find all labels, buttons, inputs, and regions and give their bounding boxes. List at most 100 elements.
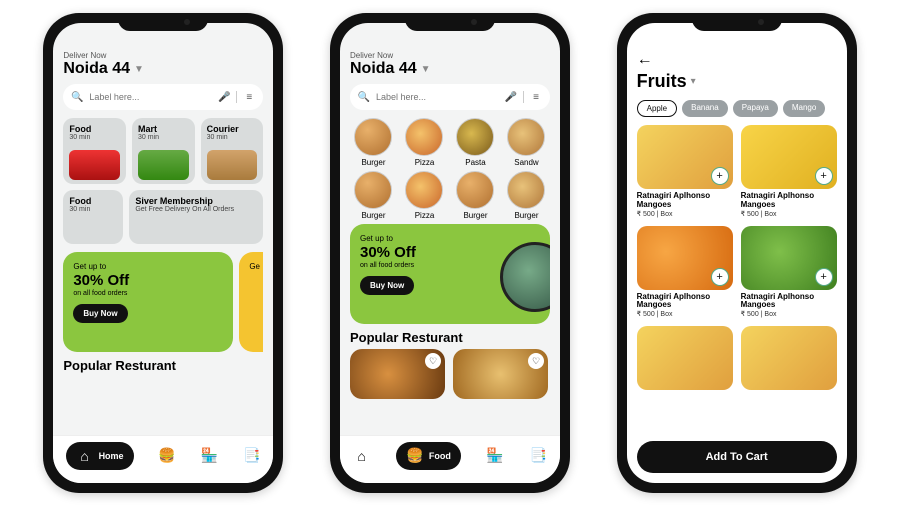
restaurant-card[interactable]: ♡ [453, 349, 548, 399]
buy-now-button[interactable]: Buy Now [73, 304, 127, 323]
add-button[interactable]: + [711, 268, 729, 286]
promo-line1: Get up to [73, 262, 223, 271]
cat-sandwich[interactable]: Sandw [503, 118, 550, 167]
content: Deliver Now Noida 44 ▼ 🔍 🎤 ≡ Burger Pizz… [340, 23, 560, 435]
food-icon: 🍔 [406, 447, 424, 465]
membership-title: Siver Membership [135, 196, 257, 206]
back-icon[interactable]: ← [637, 51, 653, 69]
tile-food[interactable]: Food 30 min [63, 118, 126, 184]
cat-label: Pizza [415, 211, 435, 220]
cat-burger-4[interactable]: Burger [503, 171, 550, 220]
add-button[interactable]: + [815, 268, 833, 286]
home-nav-icon[interactable]: ⌂ [353, 447, 371, 465]
tile-mart[interactable]: Mart 30 min [132, 118, 195, 184]
burger-icon [354, 171, 392, 209]
location-selector[interactable]: Noida 44 ▼ [350, 60, 550, 78]
divider [523, 91, 524, 103]
cat-burger[interactable]: Burger [350, 118, 397, 167]
product-card[interactable]: + Ratnagiri Aplhonso Mangoes ₹ 500 | Box [637, 125, 733, 218]
content: ← Fruits ▾ Apple Banana Papaya Mango + R… [627, 23, 847, 483]
chip-papaya[interactable]: Papaya [733, 100, 778, 117]
product-image: + [637, 226, 733, 290]
chip-apple[interactable]: Apple [637, 100, 677, 117]
nav-label: Food [429, 451, 451, 461]
cat-pasta[interactable]: Pasta [452, 118, 499, 167]
more-nav-icon[interactable]: 📑 [243, 447, 261, 465]
cat-label: Sandw [514, 158, 538, 167]
product-card[interactable]: + Ratnagiri Aplhonso Mangoes ₹ 500 | Box [741, 125, 837, 218]
filter-icon[interactable]: ≡ [530, 91, 542, 103]
chevron-down-icon: ▾ [691, 76, 696, 87]
tile-title: Mart [138, 124, 189, 134]
cat-label: Pizza [415, 158, 435, 167]
tile-title: Courier [207, 124, 258, 134]
product-image [741, 326, 837, 390]
product-price: ₹ 500 | Box [741, 210, 837, 218]
restaurant-card[interactable]: ♡ [350, 349, 445, 399]
notch [118, 13, 208, 31]
cat-burger-3[interactable]: Burger [452, 171, 499, 220]
tile-courier[interactable]: Courier 30 min [201, 118, 264, 184]
tiles-row-2: Food 30 min Siver Membership Get Free De… [63, 190, 263, 244]
pizza-icon [405, 118, 443, 156]
screen: Deliver Now Noida 44 ▼ 🔍 🎤 ≡ Food 30 min [53, 23, 273, 483]
store-nav-icon[interactable]: 🏪 [486, 447, 504, 465]
heart-icon[interactable]: ♡ [528, 353, 544, 369]
chip-mango[interactable]: Mango [783, 100, 825, 117]
search-bar[interactable]: 🔍 🎤 ≡ [350, 84, 550, 110]
cat-label: Burger [361, 211, 385, 220]
product-image: + [637, 125, 733, 189]
search-input[interactable] [376, 92, 499, 102]
buy-now-button[interactable]: Buy Now [360, 276, 414, 295]
mic-icon[interactable]: 🎤 [218, 91, 230, 103]
membership-card[interactable]: Siver Membership Get Free Delivery On Al… [129, 190, 263, 244]
heart-icon[interactable]: ♡ [425, 353, 441, 369]
product-name: Ratnagiri Aplhonso Mangoes [637, 192, 733, 210]
mart-icon [138, 150, 189, 180]
cat-burger-2[interactable]: Burger [350, 171, 397, 220]
add-button[interactable]: + [711, 167, 729, 185]
promo-card-2[interactable]: Ge [239, 252, 263, 352]
promo-line2: 30% Off [73, 272, 223, 289]
pizza-icon [405, 171, 443, 209]
product-price: ₹ 500 | Box [741, 310, 837, 318]
product-card[interactable]: + Ratnagiri Aplhonso Mangoes ₹ 500 | Box [741, 226, 837, 319]
location-selector[interactable]: Noida 44 ▼ [63, 60, 263, 78]
screen: ← Fruits ▾ Apple Banana Papaya Mango + R… [627, 23, 847, 483]
product-image [637, 326, 733, 390]
cat-pizza[interactable]: Pizza [401, 118, 448, 167]
product-name: Ratnagiri Aplhonso Mangoes [741, 293, 837, 311]
product-price: ₹ 500 | Box [637, 210, 733, 218]
screen: Deliver Now Noida 44 ▼ 🔍 🎤 ≡ Burger Pizz… [340, 23, 560, 483]
promo-line1: Ge [249, 262, 263, 271]
title-row[interactable]: Fruits ▾ [637, 71, 837, 92]
tile-sub: 30 min [138, 134, 189, 141]
cat-pizza-2[interactable]: Pizza [401, 171, 448, 220]
home-icon: ⌂ [76, 447, 94, 465]
promo-card[interactable]: Get up to 30% Off on all food orders Buy… [350, 224, 550, 324]
more-nav-icon[interactable]: 📑 [529, 447, 547, 465]
product-card[interactable] [741, 326, 837, 390]
chevron-down-icon: ▼ [421, 64, 431, 75]
nav-home[interactable]: ⌂ Home [66, 442, 134, 470]
search-input[interactable] [89, 92, 212, 102]
add-button[interactable]: + [815, 167, 833, 185]
tile-food-2[interactable]: Food 30 min [63, 190, 123, 244]
add-to-cart-button[interactable]: Add To Cart [637, 441, 837, 473]
bottom-nav: ⌂ 🍔 Food 🏪 📑 [340, 435, 560, 483]
promo-card[interactable]: Get up to 30% Off on all food orders Buy… [63, 252, 233, 352]
notch [405, 13, 495, 31]
mic-icon[interactable]: 🎤 [505, 91, 517, 103]
product-card[interactable]: + Ratnagiri Aplhonso Mangoes ₹ 500 | Box [637, 226, 733, 319]
chip-banana[interactable]: Banana [682, 100, 728, 117]
store-nav-icon[interactable]: 🏪 [201, 447, 219, 465]
deliver-label: Deliver Now [350, 51, 550, 60]
food-nav-icon[interactable]: 🍔 [158, 447, 176, 465]
bottom-nav: ⌂ Home 🍔 🏪 📑 [53, 435, 273, 483]
nav-label: Home [99, 451, 124, 461]
search-bar[interactable]: 🔍 🎤 ≡ [63, 84, 263, 110]
product-card[interactable] [637, 326, 733, 390]
nav-food[interactable]: 🍔 Food [396, 442, 461, 470]
membership-sub: Get Free Delivery On All Orders [135, 206, 257, 213]
filter-icon[interactable]: ≡ [243, 91, 255, 103]
